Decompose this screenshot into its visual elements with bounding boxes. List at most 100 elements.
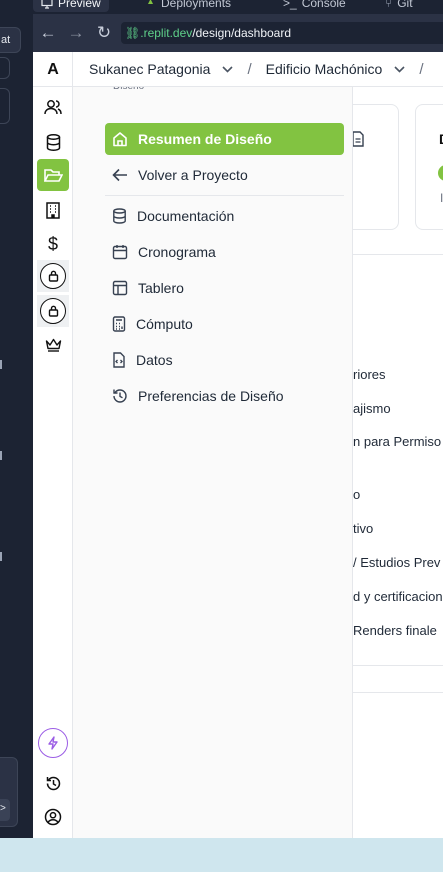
phase-item: riores [353, 367, 386, 382]
reload-icon[interactable]: ↻ [95, 24, 113, 42]
menu-item-label: Resumen de Diseño [138, 131, 272, 147]
rail-account[interactable] [37, 801, 69, 833]
menu-item-datos[interactable]: Datos [105, 344, 344, 376]
layout-icon [112, 280, 128, 296]
breadcrumb-project[interactable]: Edificio Machónico [266, 61, 406, 77]
ide-side-panel: at > [0, 0, 33, 838]
menu-item-label: Documentación [137, 208, 235, 224]
app-viewport: D I riores ajismo n para Permiso o tivo … [33, 52, 443, 838]
menu-item-computo[interactable]: Cómputo [105, 308, 344, 340]
rail-database[interactable] [37, 126, 69, 158]
link-icon: ⛓ [125, 26, 141, 40]
rail-design[interactable] [37, 159, 69, 191]
rail-locked-2[interactable] [37, 295, 69, 327]
users-icon [44, 100, 62, 115]
phase-item: Renders finale [353, 623, 437, 638]
breadcrumb: Sukanec Patagonia / Edificio Machónico / [73, 52, 443, 87]
ide-marker [0, 451, 2, 460]
phase-item: d y certificacion [353, 589, 443, 604]
forward-icon[interactable]: → [67, 24, 85, 42]
menu-item-label: Volver a Proyecto [138, 167, 248, 183]
tab-git[interactable]: ⑂ Git [385, 0, 413, 12]
tab-label: Git [397, 0, 413, 10]
menu-item-label: Cronograma [138, 244, 216, 260]
phase-item: o [353, 487, 361, 502]
card-initial: D [439, 131, 443, 147]
dollar-icon: $ [47, 233, 58, 254]
section-divider [353, 254, 443, 255]
back-icon[interactable]: ← [39, 24, 57, 42]
url-path: /design/dashboard [192, 26, 292, 40]
ide-panel-edge [0, 57, 10, 79]
rocket-icon [148, 0, 153, 4]
browser-tabstrip: Preview Deployments >_ Console ⑂ Git [33, 0, 443, 14]
tab-preview[interactable]: Preview [33, 0, 109, 12]
dashboard-footer-card [353, 692, 443, 838]
section-divider [353, 665, 443, 666]
ide-send-button[interactable]: > [0, 799, 10, 821]
building-icon [46, 201, 60, 219]
git-icon: ⑂ [385, 0, 393, 10]
file-code-icon [113, 352, 125, 368]
ide-chat-chip[interactable]: at [0, 27, 21, 53]
summary-card[interactable] [345, 104, 399, 230]
menu-item-tablero[interactable]: Tablero [105, 272, 344, 304]
rail-buildings[interactable] [37, 194, 69, 226]
database-icon [46, 133, 60, 151]
chevron-down-icon [394, 65, 405, 73]
breadcrumb-separator: / [247, 60, 252, 78]
breadcrumb-company[interactable]: Sukanec Patagonia [89, 61, 234, 77]
menu-item-volver[interactable]: Volver a Proyecto [105, 159, 344, 191]
browser-urlbar: ← → ↻ ⛓.replit.dev/design/dashboard [33, 14, 443, 52]
lock-icon [40, 298, 66, 324]
rail-upgrade[interactable] [37, 727, 69, 759]
rail-clients[interactable] [37, 91, 69, 123]
url-host: .replit.dev [140, 26, 193, 40]
document-icon [352, 131, 364, 147]
dashboard-background: D I riores ajismo n para Permiso o tivo … [345, 87, 443, 838]
history-icon [46, 776, 60, 790]
icon-rail: A $ [33, 52, 73, 838]
phase-item: / Estudios Prev [353, 555, 441, 570]
menu-item-label: Datos [136, 352, 173, 368]
user-circle-icon [44, 808, 62, 826]
history-icon [113, 389, 127, 403]
tab-label: Deployments [161, 0, 232, 10]
arrow-left-icon [112, 168, 127, 182]
menu-item-preferencias[interactable]: Preferencias de Diseño [105, 380, 344, 412]
folder-open-icon [43, 168, 63, 182]
ide-marker [0, 360, 2, 369]
address-field[interactable]: ⛓.replit.dev/design/dashboard [121, 22, 443, 44]
tab-label: Preview [58, 0, 101, 10]
breadcrumb-label: Edificio Machónico [265, 61, 383, 77]
crown-icon [45, 338, 61, 352]
phase-item: ajismo [353, 401, 391, 416]
breadcrumb-separator: / [419, 60, 424, 78]
menu-item-documentacion[interactable]: Documentación [105, 200, 344, 232]
chevron-down-icon [222, 65, 234, 73]
calculator-icon [112, 316, 126, 332]
rail-premium[interactable] [37, 329, 69, 361]
tab-label: Console [301, 0, 346, 10]
menu-item-cronograma[interactable]: Cronograma [105, 236, 344, 268]
monitor-icon [41, 0, 53, 9]
phase-item: tivo [353, 521, 374, 536]
breadcrumb-label: Sukanec Patagonia [89, 61, 211, 77]
menu-heading: Diseño [113, 87, 153, 91]
terminal-icon: >_ [283, 0, 297, 10]
lock-icon [40, 263, 66, 289]
status-dot [438, 165, 443, 181]
menu-item-label: Cómputo [136, 316, 193, 332]
tab-deployments[interactable]: Deployments [145, 0, 231, 12]
ide-panel-edge [0, 88, 10, 124]
database-icon [113, 208, 126, 224]
design-menu: Diseño Resumen de Diseño Volver a Proyec… [73, 87, 353, 838]
tab-console[interactable]: >_ Console [283, 0, 346, 12]
menu-item-resumen[interactable]: Resumen de Diseño [105, 123, 344, 155]
summary-card[interactable]: D I [415, 104, 443, 230]
rail-history[interactable] [37, 767, 69, 799]
rail-locked-1[interactable] [37, 260, 69, 292]
rail-finance[interactable]: $ [37, 228, 69, 260]
phase-item: n para Permiso [353, 434, 442, 449]
app-logo[interactable]: A [33, 52, 73, 87]
